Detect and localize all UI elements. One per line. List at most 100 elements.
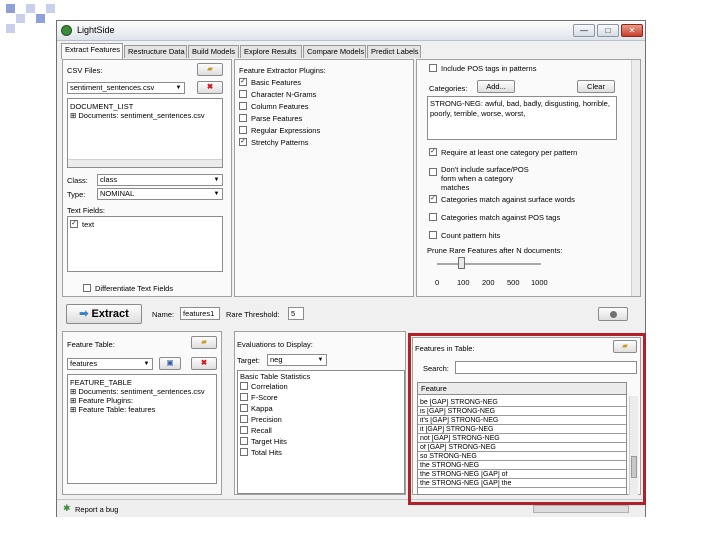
text-field-checkbox[interactable]: ✓: [70, 220, 78, 228]
match-pos-label: Categories match against POS tags: [441, 213, 561, 222]
count-hits-checkbox[interactable]: [429, 231, 437, 239]
evaluation-checkbox[interactable]: [240, 404, 248, 412]
config-scrollbar[interactable]: [631, 60, 640, 296]
evaluation-checkbox[interactable]: [240, 382, 248, 390]
tree-item[interactable]: ⊞ Documents: sentiment_sentences.csv: [70, 387, 205, 396]
match-surface-label: Categories match against surface words: [441, 195, 575, 204]
text-fields-list: ✓ text: [67, 216, 223, 272]
feature-table-tree: FEATURE_TABLE ⊞ Documents: sentiment_sen…: [67, 374, 217, 484]
search-input[interactable]: [455, 361, 637, 374]
evaluation-checkbox[interactable]: [240, 448, 248, 456]
app-window: LightSide — □ ✕ Extract Features Restruc…: [56, 20, 646, 517]
clear-categories-button[interactable]: Clear: [577, 80, 615, 93]
differentiate-checkbox[interactable]: [83, 284, 91, 292]
class-label: Class:: [67, 176, 88, 185]
slider-tick: 0: [435, 278, 440, 287]
slide-decoration: [0, 0, 60, 33]
export-table-button[interactable]: ▰: [613, 340, 637, 353]
remove-file-button[interactable]: ✖: [197, 81, 223, 94]
plugin-checkbox[interactable]: ✓: [239, 78, 247, 86]
table-row[interactable]: the STRONG-NEG [GAP] of: [418, 471, 626, 479]
plugin-checkbox[interactable]: [239, 90, 247, 98]
feature-name-input[interactable]: features1: [180, 307, 220, 320]
save-table-button[interactable]: ▣: [159, 357, 181, 370]
window-title: LightSide: [77, 25, 115, 35]
add-category-button[interactable]: Add...: [477, 80, 515, 93]
feature-column-header[interactable]: Feature: [418, 383, 626, 395]
plugin-parse-features: Parse Features: [251, 114, 303, 123]
search-label: Search:: [423, 364, 449, 373]
class-select[interactable]: class ▼: [97, 174, 223, 186]
chevron-down-icon: ▼: [143, 361, 150, 367]
evaluation-checkbox[interactable]: [240, 426, 248, 434]
stop-icon: [609, 311, 617, 318]
table-row[interactable]: of [GAP] STRONG-NEG: [418, 444, 626, 452]
tab-explore-results[interactable]: Explore Results: [240, 45, 302, 58]
doc-list-scrollbar[interactable]: [68, 159, 222, 167]
prune-label: Prune Rare Features after N documents:: [427, 246, 563, 255]
rare-threshold-input[interactable]: 5: [288, 307, 304, 320]
tree-item[interactable]: ⊞ Feature Table: features: [70, 405, 155, 414]
plugin-character-ngrams: Character N-Grams: [251, 90, 317, 99]
dont-include-surface-checkbox[interactable]: [429, 168, 437, 176]
doc-list-item[interactable]: ⊞ Documents: sentiment_sentences.csv: [70, 111, 205, 120]
tree-item[interactable]: ⊞ Feature Plugins:: [70, 396, 133, 405]
target-select[interactable]: neg ▼: [267, 354, 327, 366]
categories-textarea[interactable]: STRONG-NEG: awful, bad, badly, disgustin…: [427, 96, 617, 140]
plugin-regular-expressions: Regular Expressions: [251, 126, 321, 135]
stop-button[interactable]: [598, 307, 628, 321]
table-row[interactable]: not [GAP] STRONG-NEG: [418, 435, 626, 443]
slider-tick: 200: [482, 278, 495, 287]
chevron-down-icon: ▼: [317, 357, 324, 363]
table-row[interactable]: the STRONG-NEG [GAP] the: [418, 480, 626, 488]
evaluation-checkbox[interactable]: [240, 415, 248, 423]
open-table-button[interactable]: ▰: [191, 336, 217, 349]
maximize-button[interactable]: □: [597, 24, 619, 37]
tab-build-models[interactable]: Build Models: [188, 45, 239, 58]
table-row[interactable]: the STRONG-NEG: [418, 462, 626, 470]
feature-table-label: Feature Table:: [67, 340, 115, 349]
extract-button[interactable]: ➡ Extract: [66, 304, 142, 324]
tab-predict-labels[interactable]: Predict Labels: [367, 45, 421, 58]
plugin-checkbox[interactable]: ✓: [239, 138, 247, 146]
plugin-checkbox[interactable]: [239, 102, 247, 110]
feature-table-select[interactable]: features ▼: [67, 358, 153, 370]
table-row[interactable]: it's [GAP] STRONG-NEG: [418, 417, 626, 425]
csv-file-select[interactable]: sentiment_sentences.csv ▼: [67, 82, 185, 94]
text-fields-label: Text Fields:: [67, 206, 105, 215]
minimize-button[interactable]: —: [573, 24, 595, 37]
scrollbar-thumb[interactable]: [631, 456, 637, 478]
categories-label: Categories:: [429, 84, 468, 93]
evaluation-recall: Recall: [251, 426, 272, 435]
table-row[interactable]: is [GAP] STRONG-NEG: [418, 408, 626, 416]
table-row[interactable]: it [GAP] STRONG-NEG: [418, 426, 626, 434]
evaluation-checkbox[interactable]: [240, 437, 248, 445]
evaluations-pane: Evaluations to Display: Target: neg ▼ Ba…: [234, 331, 406, 495]
plugin-checkbox[interactable]: [239, 126, 247, 134]
save-icon: ▣: [166, 358, 174, 367]
open-folder-button[interactable]: ▰: [197, 63, 223, 76]
features-in-table-pane: Features in Table: ▰ Search: Feature be …: [412, 337, 641, 495]
tab-restructure-data[interactable]: Restructure Data: [124, 45, 187, 58]
table-row[interactable]: so STRONG-NEG: [418, 453, 626, 461]
type-select[interactable]: NOMINAL ▼: [97, 188, 223, 200]
tab-extract-features[interactable]: Extract Features: [61, 43, 123, 59]
table-row[interactable]: be [GAP] STRONG-NEG: [418, 399, 626, 407]
slider-tick: 500: [507, 278, 520, 287]
evaluation-checkbox[interactable]: [240, 393, 248, 401]
report-bug-link[interactable]: Report a bug: [75, 505, 118, 514]
plugin-checkbox[interactable]: [239, 114, 247, 122]
plugin-config-pane: Include POS tags in patterns Categories:…: [416, 59, 641, 297]
delete-table-button[interactable]: ✖: [191, 357, 217, 370]
require-category-checkbox[interactable]: ✓: [429, 148, 437, 156]
tab-compare-models[interactable]: Compare Models: [303, 45, 366, 58]
memory-usage-bar: [533, 505, 629, 513]
features-table-scrollbar[interactable]: [629, 396, 638, 495]
close-button[interactable]: ✕: [621, 24, 643, 37]
include-pos-checkbox[interactable]: [429, 64, 437, 72]
include-pos-label: Include POS tags in patterns: [441, 64, 537, 73]
match-pos-checkbox[interactable]: [429, 213, 437, 221]
prune-slider-thumb[interactable]: [458, 257, 465, 269]
match-surface-checkbox[interactable]: ✓: [429, 195, 437, 203]
doc-list-root: DOCUMENT_LIST: [70, 102, 134, 111]
